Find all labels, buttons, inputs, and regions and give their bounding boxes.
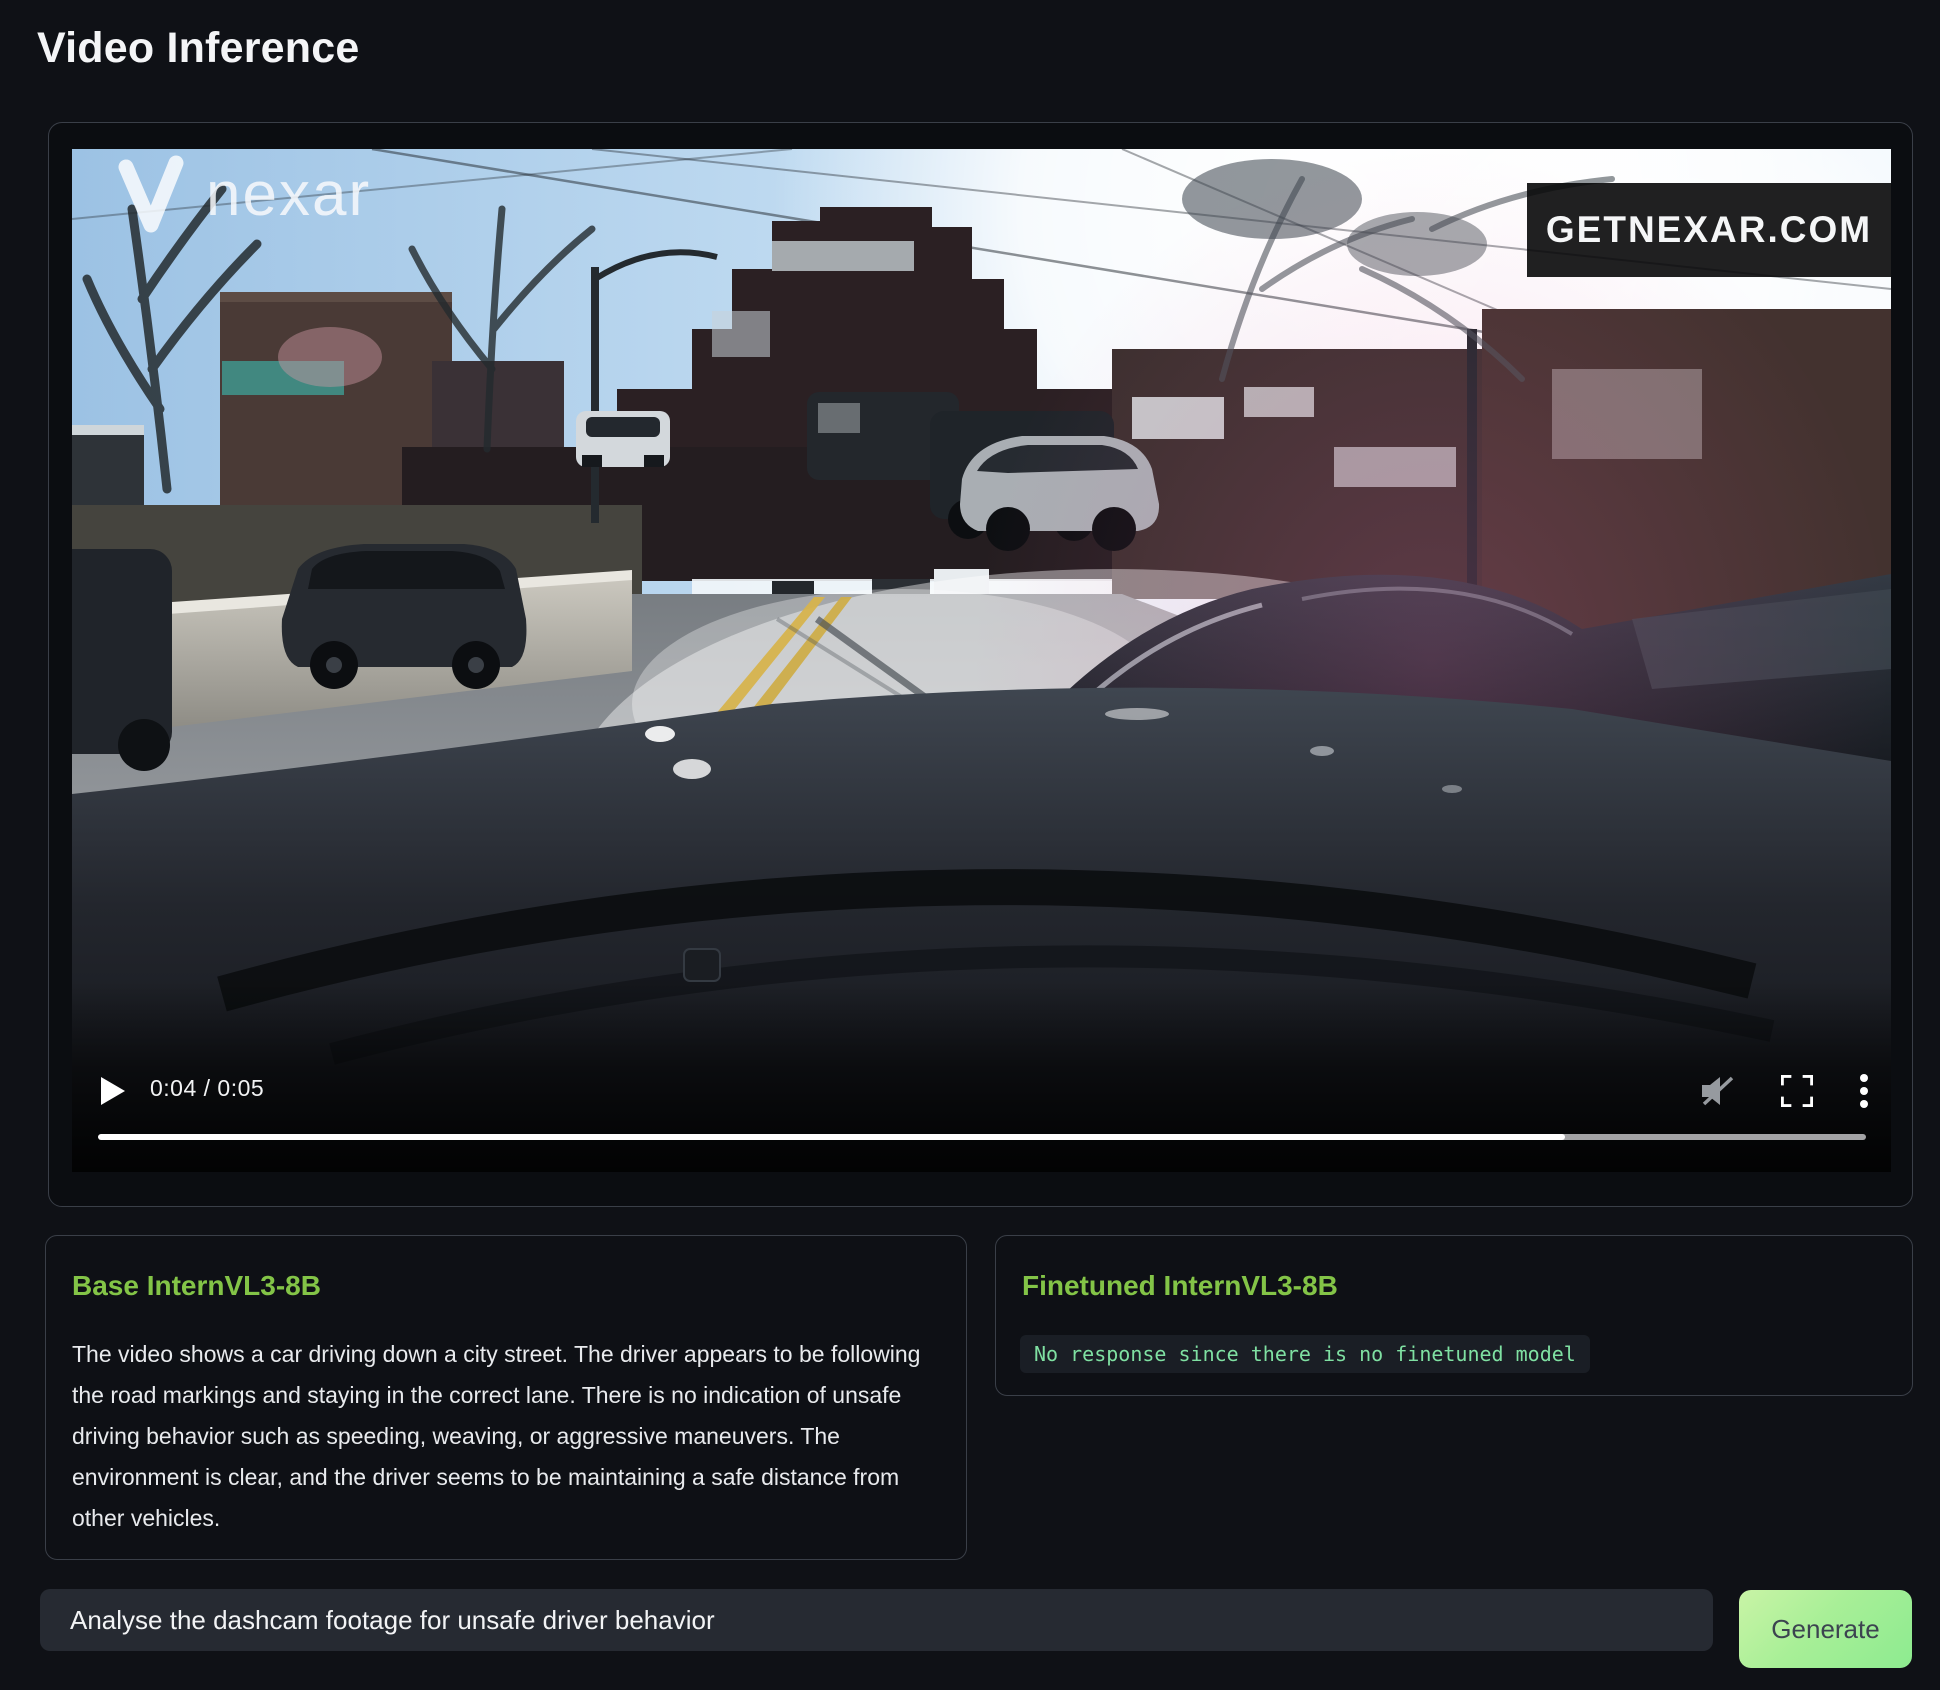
base-model-response: The video shows a car driving down a cit…: [72, 1334, 928, 1539]
nexar-watermark-text: nexar: [206, 159, 371, 230]
finetuned-model-response: No response since there is no finetuned …: [1020, 1335, 1590, 1373]
nexar-logo-icon: [114, 155, 188, 233]
progress-played: [98, 1134, 1565, 1140]
base-model-title: Base InternVL3-8B: [72, 1270, 321, 1302]
video-controls-bar: [72, 982, 1891, 1172]
video-player[interactable]: nexar GETNEXAR.COM 0:04 / 0:05: [72, 149, 1891, 1172]
kebab-menu-icon[interactable]: [1859, 1073, 1869, 1109]
getnexar-watermark-text: GETNEXAR.COM: [1546, 209, 1872, 251]
parked-car-far-left: [72, 549, 172, 771]
video-time: 0:04 / 0:05: [150, 1075, 264, 1102]
generate-button[interactable]: Generate: [1739, 1590, 1912, 1668]
base-model-panel: Base InternVL3-8B The video shows a car …: [45, 1235, 967, 1560]
page-title: Video Inference: [37, 24, 359, 73]
finetuned-model-panel: Finetuned InternVL3-8B No response since…: [995, 1235, 1913, 1396]
lead-vehicle: [576, 411, 670, 467]
fullscreen-icon[interactable]: [1781, 1075, 1813, 1107]
finetuned-model-title: Finetuned InternVL3-8B: [1022, 1270, 1338, 1302]
getnexar-watermark: GETNEXAR.COM: [1527, 183, 1891, 277]
play-icon[interactable]: [101, 1077, 125, 1105]
video-inference-app: Video Inference: [0, 0, 1940, 1690]
prompt-input[interactable]: [40, 1589, 1713, 1651]
muted-volume-icon[interactable]: [1701, 1075, 1735, 1107]
nexar-watermark: nexar: [114, 155, 371, 233]
video-progress-bar[interactable]: [98, 1134, 1866, 1140]
video-panel: nexar GETNEXAR.COM 0:04 / 0:05: [48, 122, 1913, 1207]
